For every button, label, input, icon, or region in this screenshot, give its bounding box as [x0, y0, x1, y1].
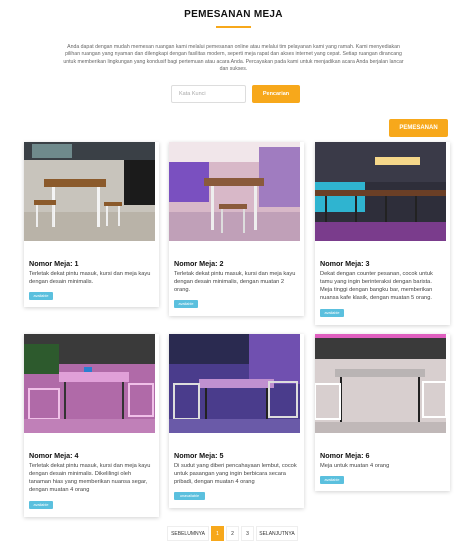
card-title: Nomor Meja: 5: [174, 451, 224, 460]
table-card[interactable]: Nomor Meja: 5 Di sudut yang diberi penca…: [169, 334, 304, 508]
title-underline: [216, 26, 251, 28]
card-description: Meja untuk muatan 4 orang: [320, 463, 390, 469]
pagination: SEBELUMNYA 1 2 3 SELANJUTNYA: [167, 526, 298, 541]
card-title: Nomor Meja: 3: [320, 259, 370, 268]
page-button-1[interactable]: 1: [211, 526, 224, 541]
status-badge: available: [320, 309, 344, 317]
page-button-2[interactable]: 2: [226, 526, 239, 541]
intro-text: Anda dapat dengan mudah memesan ruangan …: [63, 44, 404, 72]
status-badge: available: [320, 476, 344, 484]
table-card[interactable]: Nomor Meja: 6 Meja untuk muatan 4 orang …: [315, 334, 450, 491]
next-page-button[interactable]: SELANJUTNYA: [256, 526, 298, 541]
table-photo: [169, 142, 300, 241]
table-photo: [315, 142, 446, 241]
table-photo: [315, 334, 446, 433]
search-input[interactable]: [171, 85, 246, 103]
page-button-3[interactable]: 3: [241, 526, 254, 541]
card-description: Di sudut yang diberi pencahayaan lembut,…: [174, 463, 297, 485]
status-badge: available: [174, 300, 198, 308]
table-photo: [24, 334, 155, 433]
order-button[interactable]: PEMESANAN: [389, 119, 448, 137]
card-description: Terletak dekat pintu masuk, kursi dan me…: [174, 271, 296, 293]
page-title: PEMESANAN MEJA: [184, 9, 283, 20]
card-title: Nomor Meja: 4: [29, 451, 79, 460]
search-button[interactable]: Pencarian: [252, 85, 300, 103]
card-title: Nomor Meja: 6: [320, 451, 370, 460]
table-card[interactable]: Nomor Meja: 1 Terletak dekat pintu masuk…: [24, 142, 159, 307]
prev-page-button[interactable]: SEBELUMNYA: [167, 526, 209, 541]
table-photo: [24, 142, 155, 241]
status-badge: available: [29, 501, 53, 509]
status-badge: unavailable: [174, 492, 205, 500]
card-description: Dekat dengan counter pesanan, cocok untu…: [320, 271, 433, 301]
table-card[interactable]: Nomor Meja: 4 Terletak dekat pintu masuk…: [24, 334, 159, 517]
card-title: Nomor Meja: 1: [29, 259, 79, 268]
card-description: Terletak dekat pintu masuk, kursi dan me…: [29, 463, 151, 493]
table-card[interactable]: Nomor Meja: 3 Dekat dengan counter pesan…: [315, 142, 450, 325]
card-title: Nomor Meja: 2: [174, 259, 224, 268]
status-badge: available: [29, 292, 53, 300]
table-photo: [169, 334, 300, 433]
card-description: Terletak dekat pintu masuk, kursi dan me…: [29, 271, 151, 285]
table-card[interactable]: Nomor Meja: 2 Terletak dekat pintu masuk…: [169, 142, 304, 316]
